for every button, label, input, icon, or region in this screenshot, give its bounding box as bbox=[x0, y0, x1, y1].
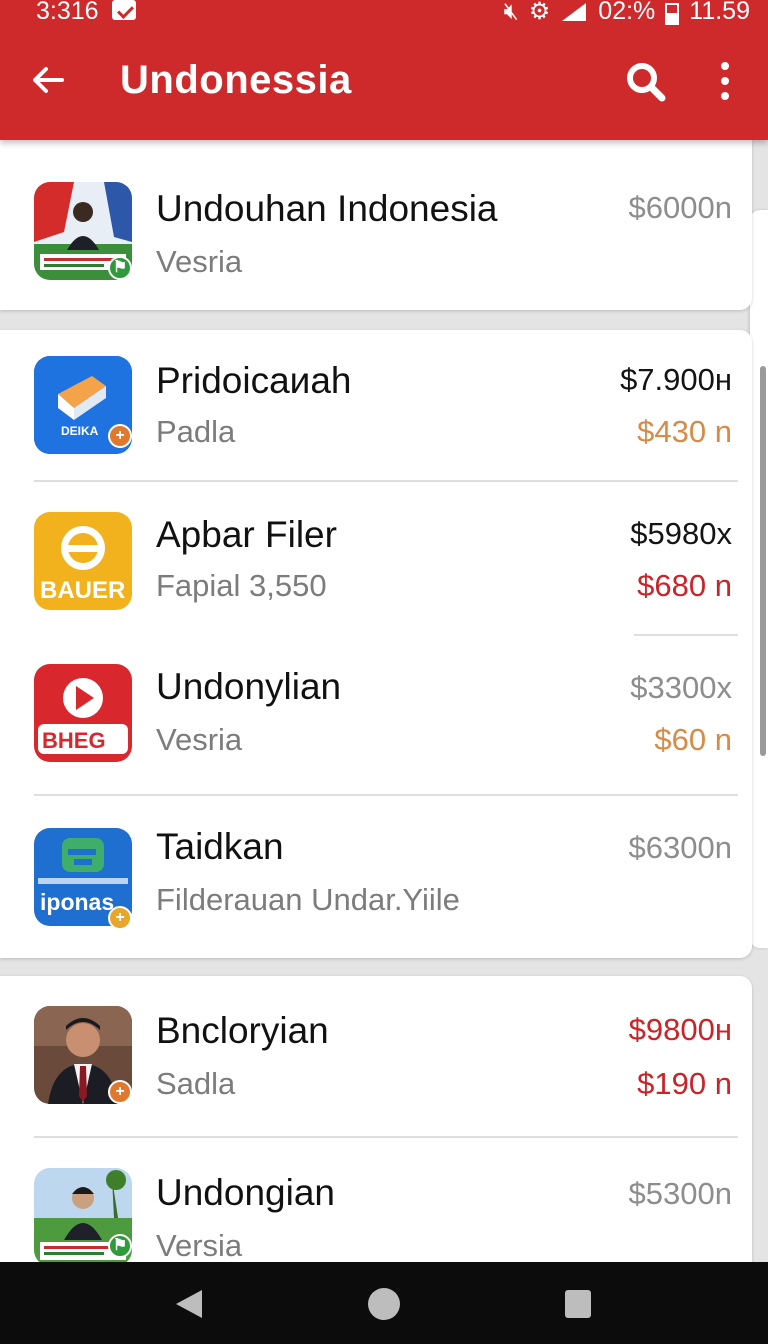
list-item[interactable]: BHEG Undonylian Vesria $3300x $60 n bbox=[0, 636, 752, 796]
item-price: $7.900н bbox=[620, 362, 732, 397]
item-price: $9800н bbox=[628, 1012, 732, 1047]
list-item[interactable]: DEIKA + Pridoicaиah Padla $7.900н $430 n bbox=[0, 330, 752, 482]
svg-text:DEIKA: DEIKA bbox=[61, 424, 99, 438]
list-item[interactable]: iponas + Taidkan Filderauan Undar.Yiile … bbox=[0, 796, 752, 958]
add-badge-icon: + bbox=[108, 1080, 132, 1104]
add-badge-icon: + bbox=[108, 424, 132, 448]
status-clock: 11.59 bbox=[689, 0, 750, 25]
status-time: 3:316 bbox=[36, 0, 99, 25]
list-item[interactable]: BAUER Apbar Filer Fapial 3,550 $5980x $6… bbox=[0, 482, 752, 636]
list-item[interactable]: + Bncloryian Sadla $9800н $190 n bbox=[0, 976, 752, 1138]
item-price: $5300n bbox=[628, 1176, 732, 1211]
item-price-secondary: $430 n bbox=[637, 414, 732, 449]
scrollbar[interactable] bbox=[760, 366, 766, 756]
item-price: $3300x bbox=[630, 670, 732, 705]
gear-icon: ⚙︎ bbox=[528, 0, 551, 25]
item-subtitle: Versia bbox=[156, 1228, 243, 1263]
battery-icon bbox=[665, 2, 680, 25]
item-name: Taidkan bbox=[156, 826, 284, 867]
screen: 3:316 🔇︎ ⚙︎ 02:% 11.59 Undonessia ⚑ Undo… bbox=[0, 0, 768, 1344]
status-right: 🔇︎ ⚙︎ 02:% 11.59 bbox=[504, 0, 750, 26]
flag-badge-icon: ⚑ bbox=[108, 1234, 132, 1258]
svg-text:iponas: iponas bbox=[40, 889, 114, 915]
toolbar: Undonessia bbox=[0, 40, 768, 130]
list-card: ⚑ Undouhan Indonesia Vesria $6000n bbox=[0, 140, 752, 310]
mute-icon: 🔇︎ bbox=[503, 0, 519, 25]
nav-recents-icon[interactable] bbox=[565, 1290, 591, 1318]
item-price: $6000n bbox=[628, 190, 732, 225]
list-item[interactable]: ⚑ Undongian Versia $5300n bbox=[0, 1138, 752, 1276]
notification-icon bbox=[112, 0, 136, 20]
item-subtitle: Fapial 3,550 bbox=[156, 568, 327, 603]
item-name: Undonylian bbox=[156, 666, 342, 707]
yellow-bauer-app-icon: BAUER bbox=[34, 512, 132, 610]
item-name: Bncloryian bbox=[156, 1010, 329, 1051]
svg-text:BHEG: BHEG bbox=[42, 728, 106, 753]
search-icon[interactable] bbox=[624, 60, 666, 102]
svg-text:BAUER: BAUER bbox=[40, 577, 125, 604]
status-bar: 3:316 🔇︎ ⚙︎ 02:% 11.59 bbox=[0, 0, 768, 28]
more-vert-icon[interactable] bbox=[708, 60, 742, 102]
flag-badge-icon: ⚑ bbox=[108, 256, 132, 280]
item-subtitle: Sadla bbox=[156, 1066, 236, 1101]
nav-back-icon[interactable] bbox=[172, 1288, 204, 1320]
item-subtitle: Vesria bbox=[156, 722, 243, 757]
item-price: $6300n bbox=[628, 830, 732, 865]
item-subtitle: Padla bbox=[156, 414, 236, 449]
item-price-secondary: $190 n bbox=[637, 1066, 732, 1101]
list-card: + Bncloryian Sadla $9800н $190 n ⚑ Undon… bbox=[0, 976, 752, 1276]
red-play-app-icon: BHEG bbox=[34, 664, 132, 762]
nav-home-icon[interactable] bbox=[368, 1288, 400, 1320]
signal-icon bbox=[562, 2, 587, 21]
item-price-secondary: $60 n bbox=[654, 722, 732, 757]
page-title: Undonessia bbox=[120, 58, 352, 102]
add-badge-icon: + bbox=[108, 906, 132, 930]
item-subtitle: Vesria bbox=[156, 244, 243, 279]
navigation-bar bbox=[0, 1262, 768, 1344]
item-name: Undouhan Indonesia bbox=[156, 188, 498, 229]
back-arrow-icon[interactable] bbox=[28, 60, 68, 100]
item-price-secondary: $680 n bbox=[637, 568, 732, 603]
battery-percent: 02:% bbox=[598, 0, 656, 25]
item-price: $5980x bbox=[630, 516, 732, 551]
item-subtitle: Filderauan Undar.Yiile bbox=[156, 882, 460, 917]
list-card: DEIKA + Pridoicaиah Padla $7.900н $430 n… bbox=[0, 330, 752, 958]
item-name: Pridoicaиah bbox=[156, 360, 352, 401]
list-item[interactable]: ⚑ Undouhan Indonesia Vesria $6000n bbox=[0, 160, 752, 310]
item-name: Undongian bbox=[156, 1172, 335, 1213]
item-name: Apbar Filer bbox=[156, 514, 337, 555]
app-bar: 3:316 🔇︎ ⚙︎ 02:% 11.59 Undonessia bbox=[0, 0, 768, 140]
